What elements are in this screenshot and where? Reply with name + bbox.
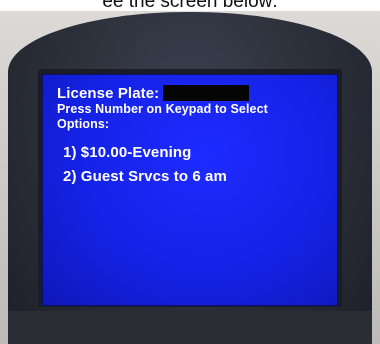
option-1-evening[interactable]: 1) $10.00-Evening — [63, 144, 268, 162]
license-plate-label: License Plate: — [57, 85, 160, 102]
screen-content: License Plate: Press Number on Keypad to… — [57, 85, 268, 186]
kiosk-photo: License Plate: Press Number on Keypad to… — [0, 11, 380, 344]
license-plate-row: License Plate: — [57, 85, 268, 102]
kiosk-bezel-base — [8, 311, 372, 344]
kiosk-screen: License Plate: Press Number on Keypad to… — [42, 74, 338, 306]
redacted-plate-number — [163, 85, 250, 101]
instructions-line-1: Press Number on Keypad to Select — [57, 102, 268, 116]
instructions-line-2: Options: — [57, 117, 110, 131]
option-2-guest-services[interactable]: 2) Guest Srvcs to 6 am — [63, 168, 268, 186]
